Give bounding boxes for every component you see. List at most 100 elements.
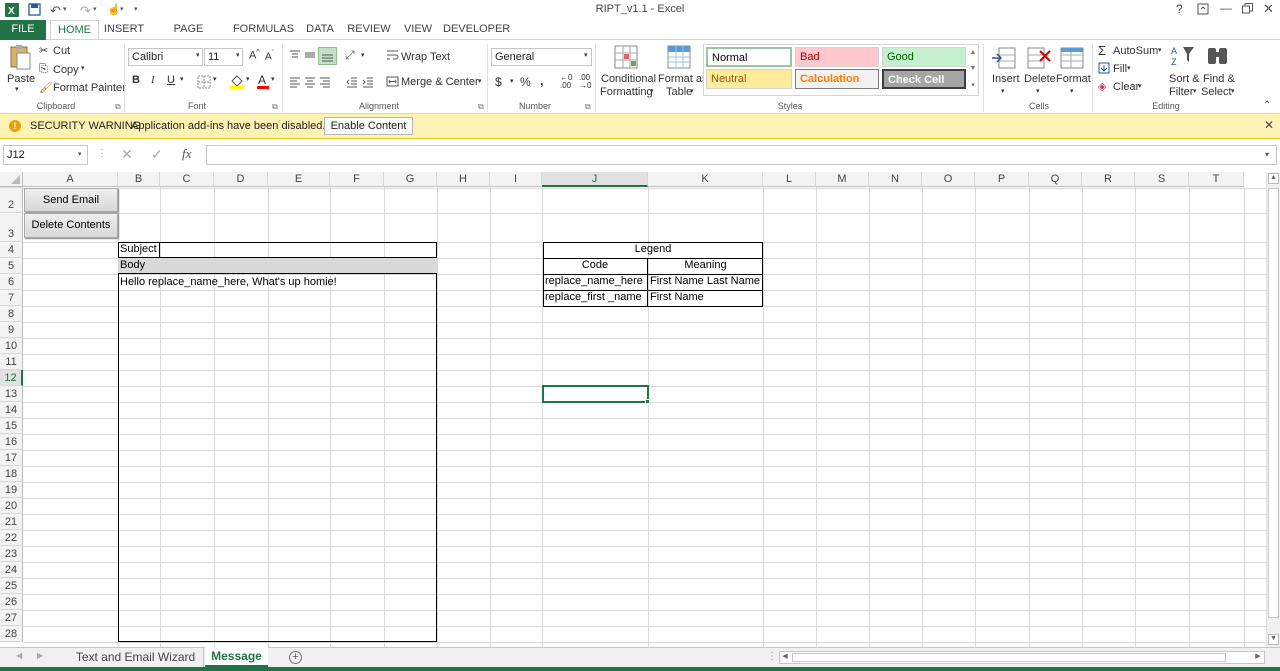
align-bottom-icon[interactable]	[318, 47, 337, 65]
clipboard-launcher-icon[interactable]: ⧉	[115, 102, 121, 112]
scroll-down-icon[interactable]: ▼	[1268, 634, 1279, 645]
orientation-icon[interactable]: ⤢	[345, 48, 355, 63]
currency-dropdown-icon[interactable]: ▾	[510, 77, 514, 85]
sort-filter-icon[interactable]: AZ	[1170, 44, 1196, 71]
close-window-icon[interactable]: ✕	[1263, 1, 1274, 17]
conditional-formatting-dropdown-icon[interactable]: ▾	[650, 87, 654, 95]
styles-more-icon[interactable]: ▾	[968, 77, 978, 95]
decrease-decimal-icon[interactable]: .00 →0	[579, 74, 591, 90]
autosum-dropdown-icon[interactable]: ▾	[1158, 46, 1162, 54]
enable-content-button[interactable]: Enable Content	[324, 117, 413, 135]
conditional-formatting-button-line2[interactable]: Formatting	[600, 86, 653, 98]
horizontal-scrollbar[interactable]: ◀ ▶	[779, 651, 1265, 664]
tab-view[interactable]: VIEW	[400, 20, 436, 40]
tab-formulas[interactable]: FORMULAS	[232, 20, 295, 40]
font-color-dropdown-icon[interactable]: ▾	[271, 75, 275, 83]
percent-button[interactable]: %	[520, 75, 531, 89]
sort-filter-dropdown-icon[interactable]: ▾	[1193, 87, 1197, 95]
underline-dropdown-icon[interactable]: ▾	[180, 75, 184, 83]
increase-indent-icon[interactable]	[361, 75, 375, 92]
format-dropdown-icon[interactable]: ▾	[1070, 87, 1074, 95]
merge-center-button[interactable]: Merge & Center	[401, 76, 479, 88]
fill-dropdown-icon[interactable]: ▾	[1127, 64, 1131, 72]
tab-page-layout[interactable]: PAGE LAYOUT	[152, 20, 225, 54]
font-name-box[interactable]: Calibri	[128, 48, 203, 66]
style-calculation[interactable]: Calculation	[795, 69, 879, 89]
align-right-icon[interactable]	[318, 75, 332, 92]
merge-dropdown-icon[interactable]: ▾	[478, 77, 482, 85]
cut-button[interactable]: Cut	[53, 45, 70, 57]
close-warning-icon[interactable]: ✕	[1264, 118, 1274, 132]
clear-dropdown-icon[interactable]: ▾	[1138, 82, 1142, 90]
vertical-scroll-thumb[interactable]	[1268, 188, 1279, 618]
align-middle-icon[interactable]	[303, 48, 317, 65]
wrap-text-button[interactable]: Wrap Text	[401, 51, 450, 63]
paste-icon[interactable]	[8, 44, 32, 75]
paste-button[interactable]: Paste	[7, 73, 35, 85]
font-name-dropdown-icon[interactable]: ▾	[196, 51, 200, 59]
clear-button[interactable]: Clear	[1113, 81, 1139, 93]
format-as-table-button-line2[interactable]: Table	[666, 86, 692, 98]
fill-color-dropdown-icon[interactable]: ▾	[246, 75, 250, 83]
scroll-right-icon[interactable]: ▶	[1253, 652, 1263, 663]
name-box-dropdown-icon[interactable]: ▾	[78, 150, 82, 158]
collapse-ribbon-icon[interactable]: ⌃	[1263, 100, 1271, 111]
find-select-button[interactable]: Find &	[1203, 73, 1235, 85]
ribbon-display-icon[interactable]	[1197, 3, 1209, 18]
send-email-button[interactable]: Send Email	[24, 188, 118, 212]
delete-contents-button[interactable]: Delete Contents	[24, 213, 118, 238]
borders-dropdown-icon[interactable]: ▾	[213, 75, 217, 83]
formula-input[interactable]	[206, 145, 1277, 165]
horizontal-scroll-thumb[interactable]	[792, 653, 1226, 662]
insert-function-icon[interactable]: fx	[182, 146, 191, 162]
delete-dropdown-icon[interactable]: ▾	[1036, 87, 1040, 95]
tab-file[interactable]: FILE	[0, 20, 46, 40]
styles-scroll-up-icon[interactable]: ▲	[968, 45, 978, 61]
confirm-entry-icon[interactable]: ✓	[151, 146, 163, 163]
merge-center-icon[interactable]	[386, 75, 399, 91]
restore-icon[interactable]	[1242, 3, 1253, 17]
sheet-tab-message[interactable]: Message	[205, 647, 268, 667]
selected-cell[interactable]	[542, 385, 649, 403]
new-sheet-icon[interactable]: +	[289, 651, 302, 664]
insert-button[interactable]: Insert	[992, 73, 1020, 85]
tab-data[interactable]: DATA	[302, 20, 338, 40]
sort-filter-button[interactable]: Sort &	[1169, 73, 1200, 85]
style-good[interactable]: Good	[882, 47, 966, 67]
clear-icon[interactable]: ◈	[1098, 80, 1106, 93]
bold-button[interactable]: B	[132, 74, 140, 86]
body-text[interactable]: Hello replace_name_here, What's up homie…	[120, 276, 337, 288]
format-button[interactable]: Format	[1056, 73, 1091, 85]
font-size-dropdown-icon[interactable]: ▾	[236, 51, 240, 59]
align-top-icon[interactable]	[288, 48, 302, 65]
format-as-table-icon[interactable]	[667, 45, 695, 74]
scroll-left-icon[interactable]: ◀	[780, 652, 790, 663]
italic-button[interactable]: I	[151, 74, 155, 86]
tab-developer[interactable]: DEVELOPER	[443, 20, 510, 40]
format-painter-button[interactable]: Format Painter	[53, 82, 126, 94]
name-box[interactable]: J12	[3, 145, 88, 165]
conditional-formatting-icon[interactable]	[614, 45, 642, 74]
increase-decimal-icon[interactable]: ←0.00	[560, 74, 572, 90]
next-sheet-icon[interactable]: ▶	[37, 651, 43, 660]
insert-cells-icon[interactable]	[991, 45, 1017, 74]
paste-dropdown-icon[interactable]: ▾	[15, 85, 19, 93]
vertical-scrollbar[interactable]: ▲ ▼	[1266, 172, 1280, 647]
style-bad[interactable]: Bad	[795, 47, 879, 67]
prev-sheet-icon[interactable]: ◀	[16, 651, 22, 660]
styles-scroll-down-icon[interactable]: ▼	[968, 61, 978, 77]
wrap-text-icon[interactable]	[386, 49, 399, 65]
number-format-box[interactable]: General	[491, 48, 592, 66]
shrink-font-icon[interactable]: Aˇ	[265, 50, 274, 62]
font-color-icon[interactable]: A	[256, 73, 270, 92]
comma-button[interactable]: ,	[540, 73, 544, 88]
find-select-button-line2[interactable]: Select	[1201, 86, 1232, 98]
borders-icon[interactable]	[197, 75, 211, 92]
autosum-icon[interactable]: Σ	[1098, 43, 1106, 58]
fill-handle[interactable]	[645, 399, 650, 404]
copy-dropdown-icon[interactable]: ▾	[81, 64, 85, 72]
tab-insert[interactable]: INSERT	[102, 20, 146, 40]
alignment-launcher-icon[interactable]: ⧉	[478, 102, 484, 112]
format-painter-icon[interactable]: 🖌	[39, 81, 53, 94]
tab-home[interactable]: HOME	[50, 20, 99, 41]
